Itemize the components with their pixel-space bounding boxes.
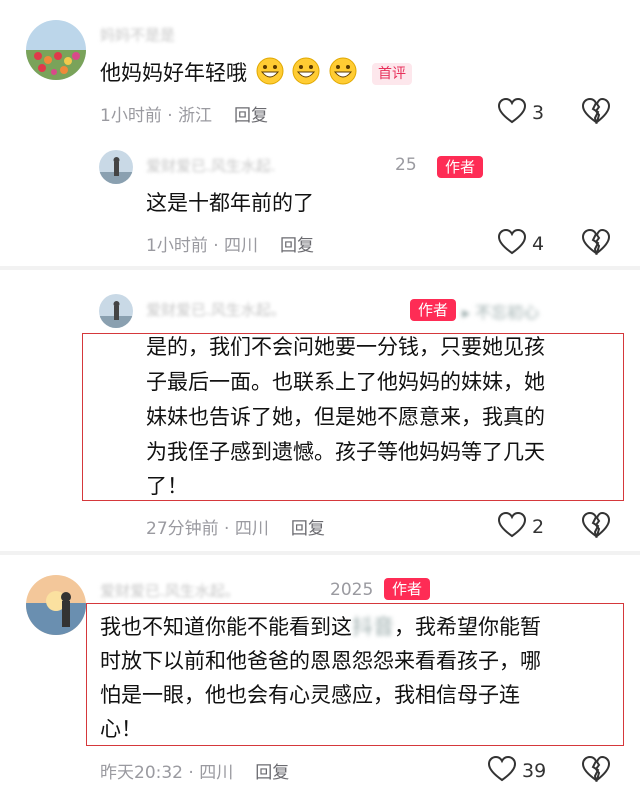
username[interactable]: 爱财爱已.风生水起. <box>146 155 276 176</box>
user-extra: 25 <box>395 155 417 175</box>
like-button[interactable]: 3 <box>497 97 545 128</box>
heart-icon <box>487 755 517 786</box>
location: 四川 <box>234 519 269 539</box>
heart-icon <box>497 228 527 259</box>
comment-text-content: 他妈妈好年轻哦 <box>100 61 247 85</box>
text-line: 怕是一眼，他也会有心灵感应，我相信母子连 <box>100 683 520 707</box>
reply-button[interactable]: 回复 <box>291 519 325 539</box>
first-comment-badge: 首评 <box>372 63 412 85</box>
avatar[interactable] <box>99 150 133 184</box>
text-line: 妹妹也告诉了她，但是她不愿意来，我真的 <box>146 405 545 429</box>
broken-heart-icon <box>581 97 611 128</box>
text-line: 心！ <box>100 717 142 741</box>
blurred-word: 抖音 <box>352 615 394 639</box>
reply-button[interactable]: 回复 <box>280 236 314 256</box>
comment-meta: 昨天20:32 · 四川 回复 <box>100 763 290 783</box>
text-segment: 我也不知道你能不能看到这 <box>100 615 352 639</box>
like-count: 39 <box>522 760 547 782</box>
dislike-button[interactable] <box>581 228 611 259</box>
divider <box>0 266 640 270</box>
heart-icon <box>497 97 527 128</box>
grin-emoji-icon <box>254 57 284 85</box>
location: 浙江 <box>178 106 213 126</box>
username-text[interactable]: 爱财爱已.风生水起。 <box>100 582 240 600</box>
reply-meta: 1小时前 · 四川 回复 <box>146 236 315 256</box>
author-badge: 作者 <box>437 156 484 178</box>
username[interactable]: 爱财爱已.风生水起。 <box>100 580 240 601</box>
location: 四川 <box>224 236 259 256</box>
text-segment: ，我希望你能暂 <box>394 615 541 639</box>
reply-text: 这是十都年前的了 <box>146 191 314 215</box>
like-count: 4 <box>532 233 545 255</box>
like-button[interactable]: 2 <box>497 511 545 542</box>
avatar[interactable] <box>26 20 86 80</box>
dislike-button[interactable] <box>581 97 611 128</box>
divider <box>0 551 640 555</box>
reply-button[interactable]: 回复 <box>234 106 268 126</box>
timestamp: 1小时前 <box>146 236 208 256</box>
broken-heart-icon <box>581 755 611 786</box>
grin-emoji-icon <box>327 57 357 85</box>
comment-text: 他妈妈好年轻哦 <box>100 57 357 90</box>
user-extra: 2025 <box>330 580 374 600</box>
heart-icon <box>497 511 527 542</box>
like-button[interactable]: 39 <box>487 755 547 786</box>
dislike-button[interactable] <box>581 755 611 786</box>
reply-target[interactable]: ▸ 不忘初心 <box>462 299 539 323</box>
username[interactable]: 爱财爱已.风生水起。 <box>146 299 286 320</box>
like-button[interactable]: 4 <box>497 228 545 259</box>
timestamp: 27分钟前 <box>146 519 219 539</box>
reply-meta: 27分钟前 · 四川 回复 <box>146 519 325 539</box>
text-line: 时放下以前和他爸爸的恩恩怨怨来看看孩子，哪 <box>100 649 541 673</box>
like-count: 3 <box>532 102 545 124</box>
text-line: 子最后一面。也联系上了他妈妈的妹妹，她 <box>146 370 545 394</box>
text-line: 为我侄子感到遗憾。孩子等他妈妈等了几天 <box>146 440 545 464</box>
reply-button[interactable]: 回复 <box>255 763 289 783</box>
broken-heart-icon <box>581 228 611 259</box>
avatar[interactable] <box>99 294 133 328</box>
author-badge: 作者 <box>410 299 457 321</box>
avatar[interactable] <box>26 575 86 635</box>
username-text[interactable]: 爱财爱已.风生水起. <box>146 157 276 175</box>
location: 四川 <box>199 763 234 783</box>
comment-meta: 1小时前 · 浙江 回复 <box>100 106 269 126</box>
broken-heart-icon <box>581 511 611 542</box>
author-badge: 作者 <box>384 578 431 600</box>
timestamp: 1小时前 <box>100 106 162 126</box>
like-count: 2 <box>532 516 545 538</box>
timestamp: 昨天20:32 <box>100 763 183 783</box>
text-line: 了！ <box>146 474 188 498</box>
dislike-button[interactable] <box>581 511 611 542</box>
text-line: 我也不知道你能不能看到这抖音，我希望你能暂 <box>100 611 541 644</box>
grin-emoji-icon <box>290 57 320 85</box>
username[interactable]: 妈妈不是是 <box>100 24 175 45</box>
text-line: 是的，我们不会问她要一分钱，只要她见孩 <box>146 335 545 359</box>
